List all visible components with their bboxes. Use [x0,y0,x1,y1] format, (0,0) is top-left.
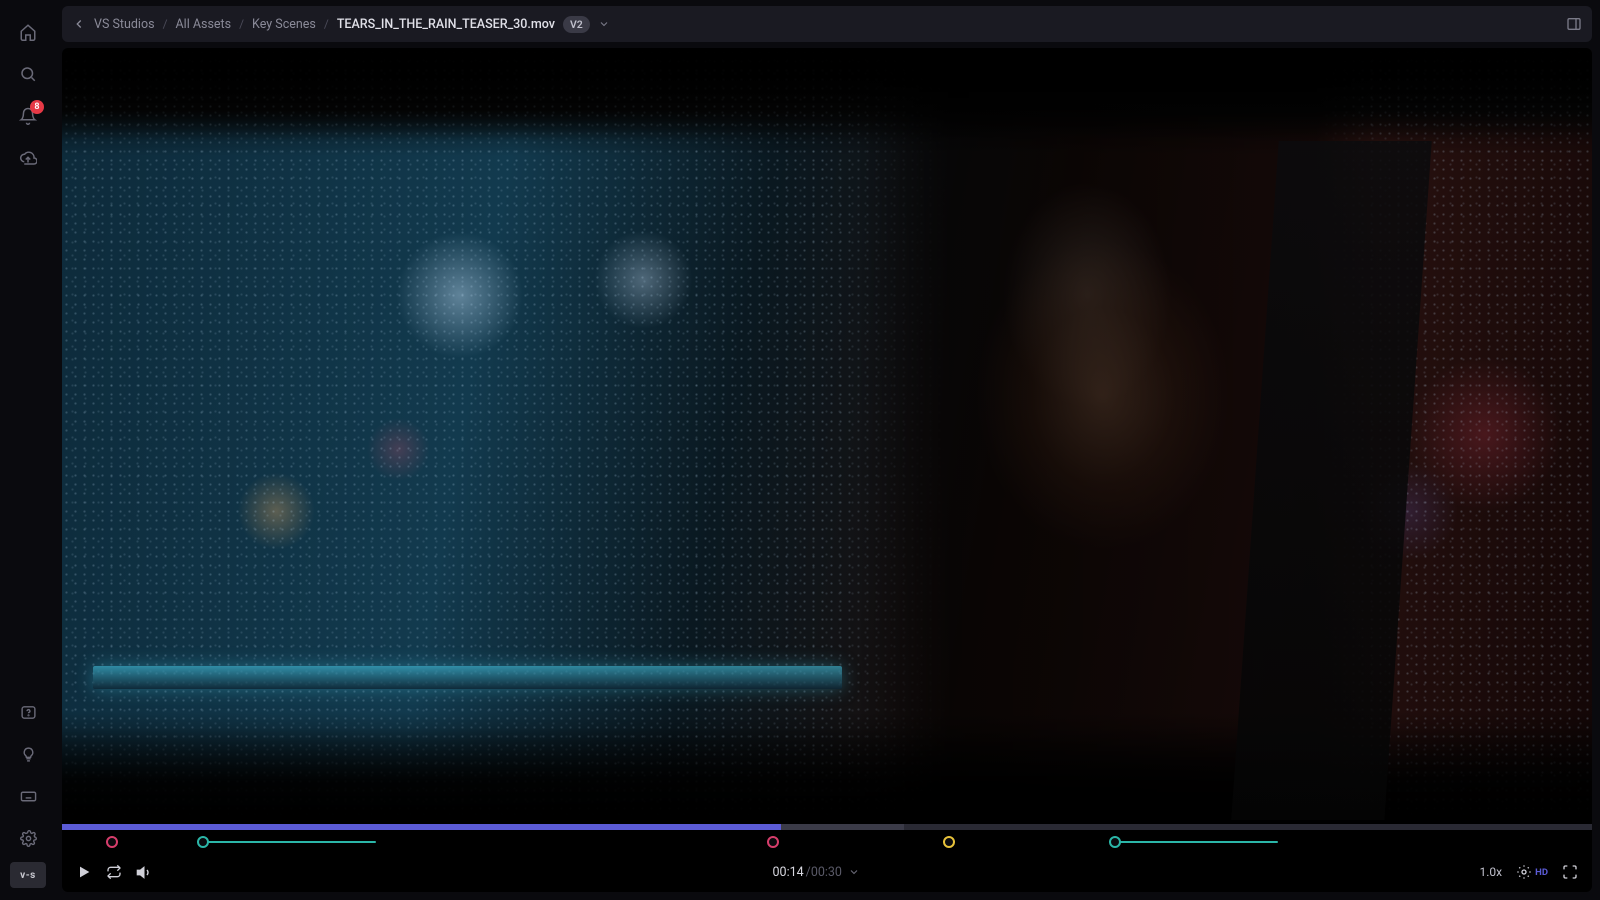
comment-marker[interactable] [767,836,779,848]
playback-speed[interactable]: 1.0x [1480,865,1503,879]
scrubber-section [62,820,1592,852]
comment-marker-track [62,834,1592,852]
keyboard-icon[interactable] [10,778,46,814]
main-area: VS Studios / All Assets / Key Scenes / T… [56,0,1600,900]
workspace-logo[interactable]: v-s [10,862,46,888]
breadcrumb-item[interactable]: Key Scenes [252,17,316,32]
quality-badge: HD [1535,867,1548,878]
timecode-current: 00:14 [773,865,804,880]
comment-range[interactable] [203,841,376,843]
volume-button[interactable] [136,864,153,881]
fullscreen-button[interactable] [1562,864,1578,880]
loop-button[interactable] [106,864,122,880]
timecode-display[interactable]: 00:14/00:30 [773,865,860,880]
upload-icon[interactable] [10,140,46,176]
breadcrumb-item[interactable]: VS Studios [94,17,155,32]
notifications-badge: 8 [30,100,44,114]
back-button[interactable] [72,17,86,31]
panel-toggle-icon[interactable] [1566,16,1582,32]
home-icon[interactable] [10,14,46,50]
comment-range[interactable] [1115,841,1279,843]
settings-icon[interactable] [10,820,46,856]
help-icon[interactable] [10,694,46,730]
notifications-icon[interactable]: 8 [10,98,46,134]
video-still-image [93,666,843,689]
breadcrumb-separator: / [163,17,168,31]
left-sidebar: 8 v-s [0,0,56,900]
video-frame [62,48,1592,820]
search-icon[interactable] [10,56,46,92]
comment-marker[interactable] [106,836,118,848]
breadcrumb-item[interactable]: All Assets [176,17,232,32]
comment-marker[interactable] [197,836,209,848]
idea-icon[interactable] [10,736,46,772]
timecode-duration: /00:30 [806,865,842,880]
comment-marker[interactable] [1109,836,1121,848]
scrubber-track[interactable] [62,824,1592,830]
breadcrumb-current: TEARS_IN_THE_RAIN_TEASER_30.mov [337,17,555,32]
video-viewport[interactable] [62,48,1592,820]
play-button[interactable] [76,864,92,880]
comment-marker[interactable] [943,836,955,848]
scrubber-played [62,824,781,830]
breadcrumb-separator: / [239,17,244,31]
breadcrumb-bar: VS Studios / All Assets / Key Scenes / T… [62,6,1592,42]
playback-controls: 00:14/00:30 1.0x HD [62,852,1592,892]
version-badge[interactable]: V2 [563,16,590,33]
quality-settings-button[interactable]: HD [1516,864,1548,880]
breadcrumb-separator: / [324,17,329,31]
version-dropdown-icon[interactable] [598,18,610,30]
